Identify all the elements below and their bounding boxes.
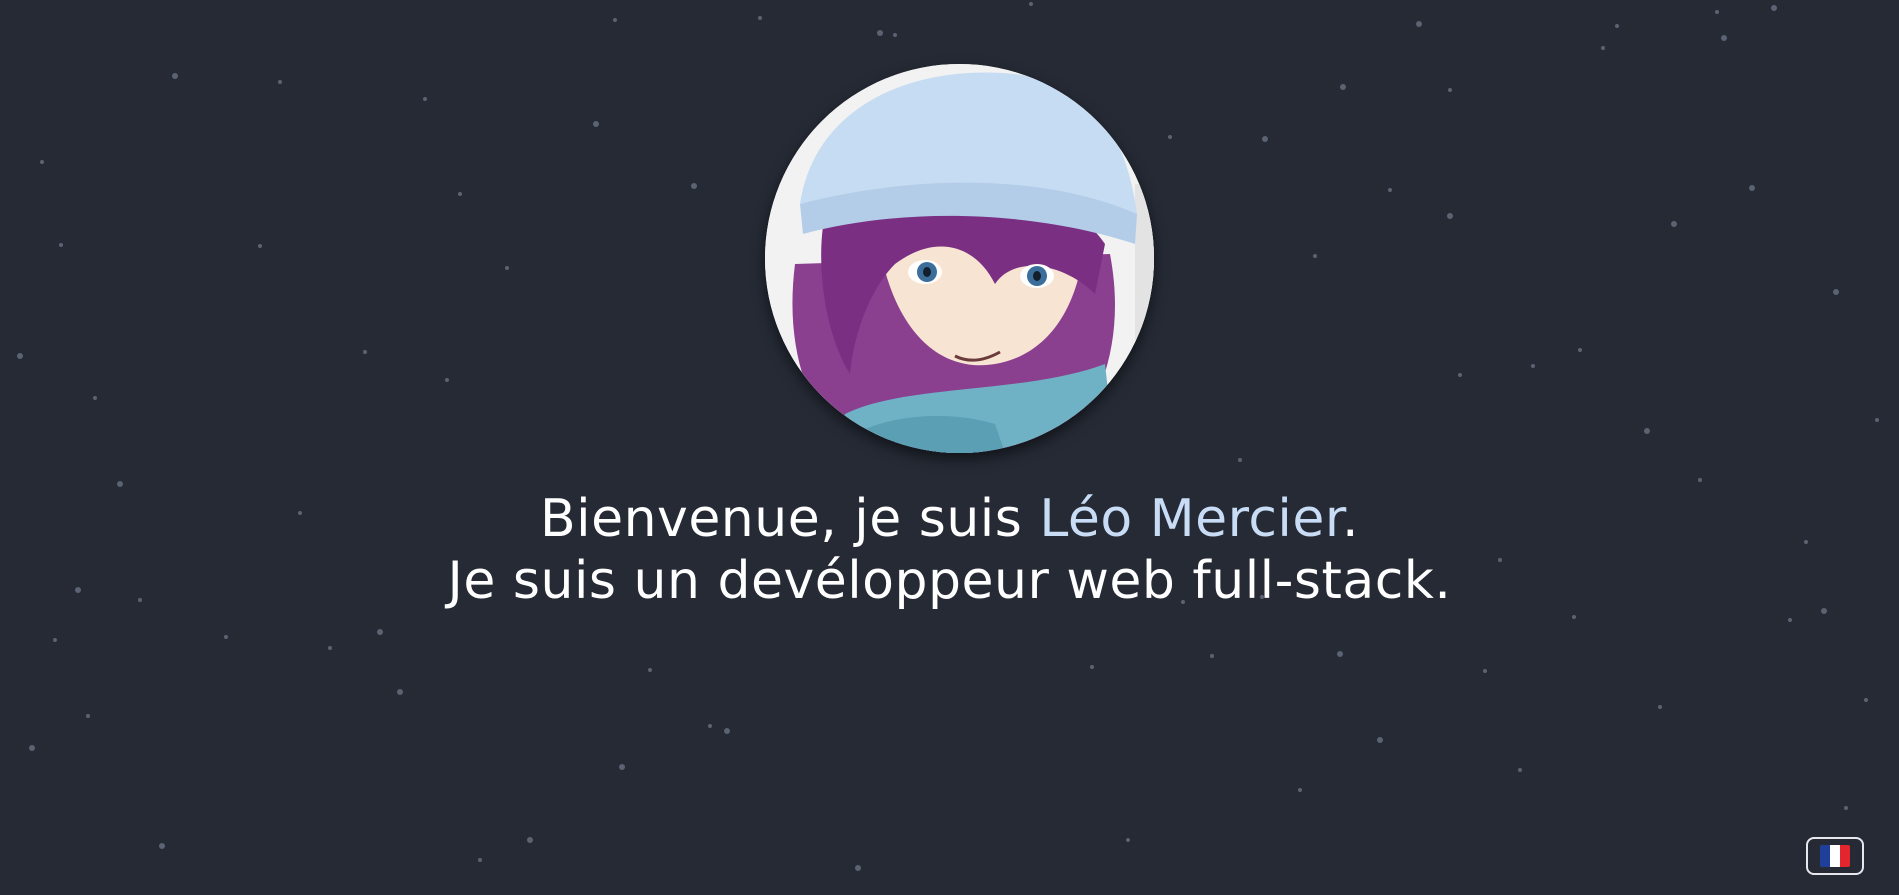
- intro-heading: Bienvenue, je suis Léo Mercier. Je suis …: [0, 488, 1899, 612]
- developer-name: Léo Mercier: [1039, 489, 1342, 549]
- intro-greeting: Bienvenue, je suis: [539, 489, 1040, 549]
- intro-period: .: [1341, 489, 1360, 549]
- intro-line-2: Je suis un devéloppeur web full-stack.: [447, 551, 1452, 611]
- french-flag-icon: [1820, 845, 1850, 867]
- language-toggle-button[interactable]: [1806, 837, 1864, 875]
- profile-avatar: [765, 64, 1154, 453]
- landing-page: Bienvenue, je suis Léo Mercier. Je suis …: [0, 0, 1899, 895]
- anime-character-avatar-icon: [765, 64, 1154, 453]
- intro-line-1: Bienvenue, je suis Léo Mercier.: [0, 488, 1899, 550]
